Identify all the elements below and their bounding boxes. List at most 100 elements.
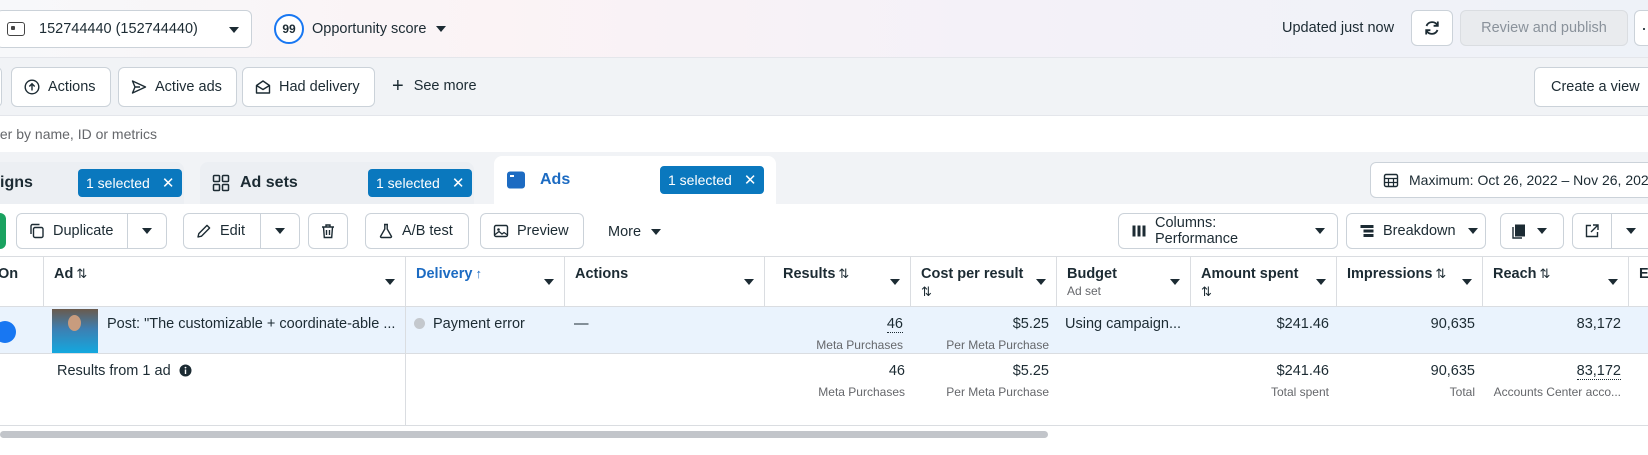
date-range-picker[interactable]: Maximum: Oct 26, 2022 – Nov 26, 202 bbox=[1370, 162, 1648, 198]
column-header-on[interactable]: On bbox=[0, 257, 44, 307]
column-header-next[interactable]: E bbox=[1629, 257, 1648, 307]
info-icon[interactable] bbox=[179, 364, 192, 377]
preview-button[interactable]: Preview bbox=[480, 213, 584, 249]
column-header-ad[interactable]: Ad ⇅ bbox=[44, 257, 406, 307]
pencil-icon bbox=[196, 223, 212, 239]
more-label: More bbox=[608, 224, 642, 240]
sort-icon: ⇅ bbox=[76, 266, 88, 281]
horizontal-scrollbar[interactable] bbox=[0, 431, 1048, 438]
tab-ad-sets[interactable]: Ad sets 1 selected ✕ bbox=[200, 162, 474, 204]
chevron-down-icon bbox=[1626, 228, 1636, 234]
sort-icon: ⇅ bbox=[1201, 284, 1212, 299]
chevron-down-icon bbox=[1462, 279, 1472, 285]
edit-label: Edit bbox=[220, 223, 245, 239]
close-icon[interactable]: ✕ bbox=[452, 174, 465, 192]
close-icon[interactable]: ✕ bbox=[744, 171, 757, 189]
tab-campaigns[interactable]: igns 1 selected ✕ bbox=[0, 162, 184, 204]
date-range-label: Maximum: Oct 26, 2022 – Nov 26, 202 bbox=[1409, 172, 1648, 188]
filter-chip-partial[interactable] bbox=[0, 67, 2, 107]
sort-icon: ⇅ bbox=[1539, 266, 1551, 281]
sort-icon: ⇅ bbox=[838, 266, 850, 281]
chevron-down-icon bbox=[544, 279, 554, 285]
filter-chip-label: Actions bbox=[48, 79, 96, 95]
cost-cell: $5.25 Per Meta Purchase bbox=[946, 316, 1049, 352]
column-header-actions[interactable]: Actions bbox=[565, 257, 765, 307]
budget-cell: Using campaign... bbox=[1065, 316, 1182, 332]
chevron-down-icon bbox=[275, 228, 285, 234]
preview-label: Preview bbox=[517, 223, 569, 239]
impressions-cell: 90,635 bbox=[1430, 316, 1475, 332]
reach-cell: 83,172 bbox=[1576, 316, 1621, 332]
table-row[interactable]: Post: "The customizable + coordinate-abl… bbox=[0, 307, 1648, 354]
column-header-impressions[interactable]: Impressions ⇅ bbox=[1337, 257, 1483, 307]
opportunity-score-button[interactable]: 99 Opportunity score bbox=[274, 14, 447, 44]
campaigns-selected-chip[interactable]: 1 selected ✕ bbox=[78, 169, 183, 197]
chevron-down-icon bbox=[1170, 279, 1180, 285]
calendar-icon bbox=[1383, 172, 1399, 188]
duplicate-button[interactable]: Duplicate bbox=[16, 213, 128, 249]
search-input[interactable] bbox=[0, 116, 596, 152]
ads-table: On Ad ⇅ Delivery ↑ Actions Results ⇅ Cost p… bbox=[0, 256, 1648, 428]
ads-selected-chip[interactable]: 1 selected ✕ bbox=[660, 166, 765, 194]
ad-sets-selected-chip[interactable]: 1 selected ✕ bbox=[368, 169, 473, 197]
chevron-down-icon bbox=[142, 228, 152, 234]
ad-toggle[interactable] bbox=[0, 321, 16, 343]
more-options-button[interactable]: ··· bbox=[1634, 10, 1648, 46]
actions-cell: — bbox=[574, 316, 589, 332]
opportunity-score-badge: 99 bbox=[274, 14, 304, 44]
column-header-reach[interactable]: Reach ⇅ bbox=[1483, 257, 1629, 307]
column-header-delivery[interactable]: Delivery ↑ bbox=[406, 257, 565, 307]
sort-icon: ⇅ bbox=[1435, 266, 1447, 281]
export-button[interactable] bbox=[1572, 213, 1612, 249]
duplicate-dropdown[interactable] bbox=[127, 213, 167, 249]
column-header-amount-spent[interactable]: Amount spent ⇅ bbox=[1191, 257, 1337, 307]
duplicate-icon bbox=[29, 223, 45, 239]
column-header-results[interactable]: Results ⇅ bbox=[765, 257, 911, 307]
tab-label: igns bbox=[0, 174, 33, 191]
refresh-button[interactable] bbox=[1411, 10, 1453, 46]
updated-status: Updated just now bbox=[1282, 20, 1395, 36]
chevron-down-icon bbox=[651, 229, 662, 235]
create-button-partial[interactable] bbox=[0, 213, 6, 249]
column-header-cost-per-result[interactable]: Cost per result ⇅ bbox=[911, 257, 1057, 307]
chevron-down-icon bbox=[229, 27, 239, 33]
columns-selector[interactable]: Columns: Performance bbox=[1118, 213, 1338, 249]
export-dropdown[interactable] bbox=[1611, 213, 1648, 249]
more-actions-button[interactable]: More bbox=[608, 224, 662, 240]
filter-chip-active-ads[interactable]: Active ads bbox=[118, 67, 237, 107]
status-dot-icon bbox=[414, 318, 425, 329]
ab-test-button[interactable]: A/B test bbox=[365, 213, 469, 249]
summary-cost: $5.25 Per Meta Purchase bbox=[946, 363, 1049, 399]
breakdown-selector[interactable]: Breakdown bbox=[1346, 213, 1486, 249]
summary-reach: 83,172 Accounts Center acco... bbox=[1493, 363, 1621, 399]
account-selector[interactable]: 152744440 (152744440) bbox=[0, 10, 252, 48]
chevron-down-icon bbox=[890, 279, 900, 285]
edit-button[interactable]: Edit bbox=[183, 213, 261, 249]
review-publish-button[interactable]: Review and publish bbox=[1460, 10, 1628, 46]
tab-label: Ad sets bbox=[240, 174, 298, 191]
action-toolbar: Duplicate Edit A/B test Preview More Col… bbox=[0, 204, 1648, 256]
account-name: 152744440 (152744440) bbox=[39, 21, 198, 37]
edit-dropdown[interactable] bbox=[260, 213, 300, 249]
filter-chip-had-delivery[interactable]: Had delivery bbox=[242, 67, 375, 107]
ad-name[interactable]: Post: "The customizable + coordinate-abl… bbox=[107, 316, 395, 332]
tab-ads[interactable]: Ads 1 selected ✕ bbox=[494, 156, 776, 204]
top-bar: 152744440 (152744440) 99 Opportunity sco… bbox=[0, 0, 1648, 58]
column-header-budget[interactable]: Budget Ad set bbox=[1057, 257, 1191, 307]
search-row bbox=[0, 116, 1648, 152]
selected-count: 1 selected bbox=[668, 172, 732, 188]
ad-thumbnail bbox=[52, 309, 98, 353]
grid-icon bbox=[212, 174, 230, 192]
see-more-button[interactable]: + See more bbox=[392, 76, 477, 96]
breakdown-label: Breakdown bbox=[1383, 223, 1456, 239]
chevron-down-icon bbox=[385, 279, 395, 285]
reports-button[interactable] bbox=[1500, 213, 1564, 249]
filter-bar: Actions Active ads Had delivery + See mo… bbox=[0, 58, 1648, 116]
filter-chip-actions[interactable]: Actions bbox=[11, 67, 111, 107]
filter-chip-label: Active ads bbox=[155, 79, 222, 95]
chevron-down-icon bbox=[1036, 279, 1046, 285]
close-icon[interactable]: ✕ bbox=[162, 174, 175, 192]
delete-button[interactable] bbox=[308, 213, 348, 249]
create-view-button[interactable]: Create a view bbox=[1534, 67, 1648, 107]
summary-label: Results from 1 ad bbox=[57, 354, 397, 425]
